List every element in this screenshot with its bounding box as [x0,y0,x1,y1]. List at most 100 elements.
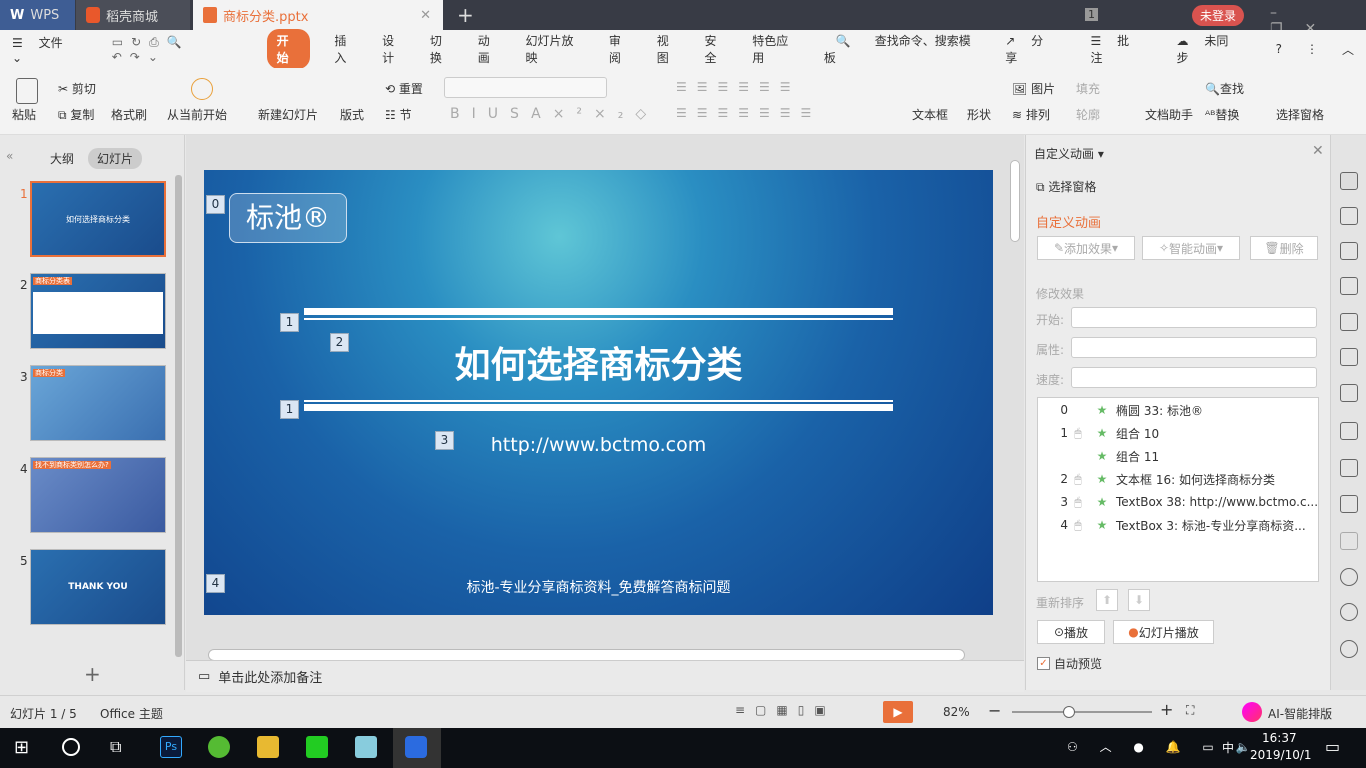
animation-list-item[interactable]: 0 ★ 椭圆 33: 标池® [1038,399,1203,421]
tab-review[interactable]: 审阅 [609,32,633,66]
tab-docer[interactable]: 稻壳商城 [76,0,190,30]
ai-layout-button[interactable]: AI-智能排版 [1268,705,1332,722]
tab-outline[interactable]: 大纲 [50,150,74,167]
collapse-panel-icon[interactable]: « [6,149,13,163]
notifications-icon[interactable]: ▭ [1325,737,1340,756]
audio-icon[interactable] [1340,532,1358,550]
app-icon[interactable] [355,736,377,758]
tab-animation[interactable]: 动画 [478,32,502,66]
login-button[interactable]: 未登录 [1192,5,1245,26]
thumbnail-scrollbar[interactable] [175,175,182,657]
picture-layout-icon[interactable] [1340,384,1358,402]
slide-canvas[interactable]: 标池® 如何选择商标分类 http://www.bctmo.com 标池-专业分… [204,170,993,615]
view-buttons[interactable]: ≡▢▦▯▣ [735,703,836,717]
animation-list-item[interactable]: 1 🖱 ★ 组合 10 [1038,422,1159,444]
tab-security[interactable]: 安全 [704,32,728,66]
task-view-icon[interactable]: ⧉ [110,737,121,757]
add-slide-button[interactable]: + [84,662,101,686]
tab-document[interactable]: 商标分类.pptx ✕ [193,0,443,30]
search-command[interactable]: 🔍 查找命令、搜索模板 [824,32,993,66]
selection-pane-button[interactable]: 选择窗格 [1276,106,1324,123]
slide-thumbnail[interactable]: THANK YOU [30,549,166,625]
tab-slides[interactable]: 幻灯片 [88,148,143,169]
file-explorer-icon[interactable] [257,736,279,758]
add-effect-button[interactable]: ✎ 添加效果 ▾ [1037,236,1135,260]
zoom-level[interactable]: 82% [943,705,970,719]
more-icon[interactable]: ⋮ [1306,42,1318,56]
fit-window-icon[interactable]: ⛶ [1186,703,1194,718]
slide-title[interactable]: 如何选择商标分类 [204,336,993,388]
section-button[interactable]: ☷ 节 [385,106,412,123]
tab-wps[interactable]: W WPS [0,0,75,30]
wechat-icon[interactable] [306,736,328,758]
paste-button[interactable]: 粘贴 [12,106,36,123]
browser-icon[interactable] [208,736,230,758]
align-buttons[interactable]: ☰☰☰☰☰☰☰ [676,106,821,120]
arrange-button[interactable]: ≋ 排列 [1012,106,1050,123]
close-tab-icon[interactable]: ✕ [420,8,431,23]
archive-icon[interactable] [1340,459,1358,477]
start-select[interactable] [1071,307,1317,328]
animation-tag[interactable]: 1 [280,400,299,419]
smart-animation-button[interactable]: ✧ 智能动画 ▾ [1142,236,1240,260]
cortana-icon[interactable] [62,738,80,756]
selection-pane-link[interactable]: ⧉ 选择窗格 [1036,178,1096,195]
zoom-slider[interactable] [1012,706,1152,718]
reset-button[interactable]: ⟲ 重置 [385,80,423,97]
clock-time[interactable]: 16:37 [1262,731,1297,745]
collapse-ribbon-icon[interactable]: ︿ [1342,41,1354,58]
paragraph-buttons[interactable]: ☰☰☰☰☰☰ [676,80,801,94]
clock-date[interactable]: 2019/10/1 [1250,748,1312,762]
animation-list-item[interactable]: 3 🖱 ★ TextBox 38: http://www.bctmo.c... [1038,491,1318,513]
animation-icon[interactable] [1340,172,1358,190]
photoshop-icon[interactable]: Ps [160,736,182,758]
play-from-current-button[interactable]: 从当前开始 [167,106,227,123]
windows-start-icon[interactable]: ⊞ [14,737,29,758]
quick-access-icons[interactable]: ▭↻⎙🔍↶↷⌄ [112,35,243,64]
grid-icon[interactable] [1340,313,1358,331]
move-down-button[interactable]: ⬇ [1128,589,1150,611]
tab-design[interactable]: 设计 [382,32,406,66]
delete-button[interactable]: 🗑 删除 [1250,236,1318,260]
copy-icon[interactable] [1340,207,1358,225]
sync-button[interactable]: ☁ 未同步 [1176,32,1251,66]
animation-tag[interactable]: 1 [280,313,299,332]
doc-assistant-button[interactable]: 文档助手 [1145,106,1193,123]
slide-footer[interactable]: 标池-专业分享商标资料_免费解答商标问题 [204,577,993,597]
help-icon[interactable]: ? [1276,42,1282,56]
shape-icon[interactable] [1340,242,1358,260]
tab-features[interactable]: 特色应用 [752,32,800,66]
copy-button[interactable]: ⧉ 复制 [58,106,94,123]
property-select[interactable] [1071,337,1317,358]
fill-button[interactable]: 填充 [1076,80,1100,97]
animation-tag[interactable]: 0 [206,195,225,214]
autopreview-checkbox[interactable]: ✓ 自动预览 [1037,655,1102,672]
zoom-slider-handle[interactable] [1063,706,1076,718]
zoom-in-button[interactable]: + [1160,700,1173,719]
notes-pane[interactable]: ▭ 单击此处添加备注 [186,660,1024,692]
picture-button[interactable]: 🖼 图片 [1012,80,1055,97]
animation-tag[interactable]: 4 [206,574,225,593]
fill-icon[interactable] [1340,277,1358,295]
slide-thumbnail[interactable]: 商标分类表 [30,273,166,349]
animation-list-item[interactable]: 4 🖱 ★ TextBox 3: 标池-专业分享商标资... [1038,514,1305,536]
slideshow-play-button[interactable]: ▶ [883,701,913,723]
font-select[interactable] [444,77,607,98]
file-menu[interactable]: ☰ 文件 ⌄ [12,34,88,65]
ime-indicator[interactable]: 中 [1222,739,1234,756]
format-painter-button[interactable]: 格式刷 [111,106,147,123]
animation-list-item[interactable]: 2 🖱 ★ 文本框 16: 如何选择商标分类 [1038,468,1275,490]
logo-badge[interactable]: 标池® [229,193,347,243]
find-button[interactable]: 🔍查找 [1205,80,1244,97]
new-tab-button[interactable]: + [457,3,474,27]
textbox-button[interactable]: 文本框 [912,106,948,123]
share-icon[interactable] [1340,422,1358,440]
history-icon[interactable] [1340,603,1358,621]
hexagon-icon[interactable] [1340,568,1358,586]
replace-button[interactable]: ᴬᴮ替换 [1205,106,1239,123]
settings-icon[interactable] [1340,348,1358,366]
font-format-buttons[interactable]: BIUSA×²×₂◇ [450,106,658,122]
slide-thumbnail[interactable]: 找不到商标类别怎么办? [30,457,166,533]
vertical-scrollbar[interactable] [1010,160,1020,242]
tab-transition[interactable]: 切换 [430,32,454,66]
